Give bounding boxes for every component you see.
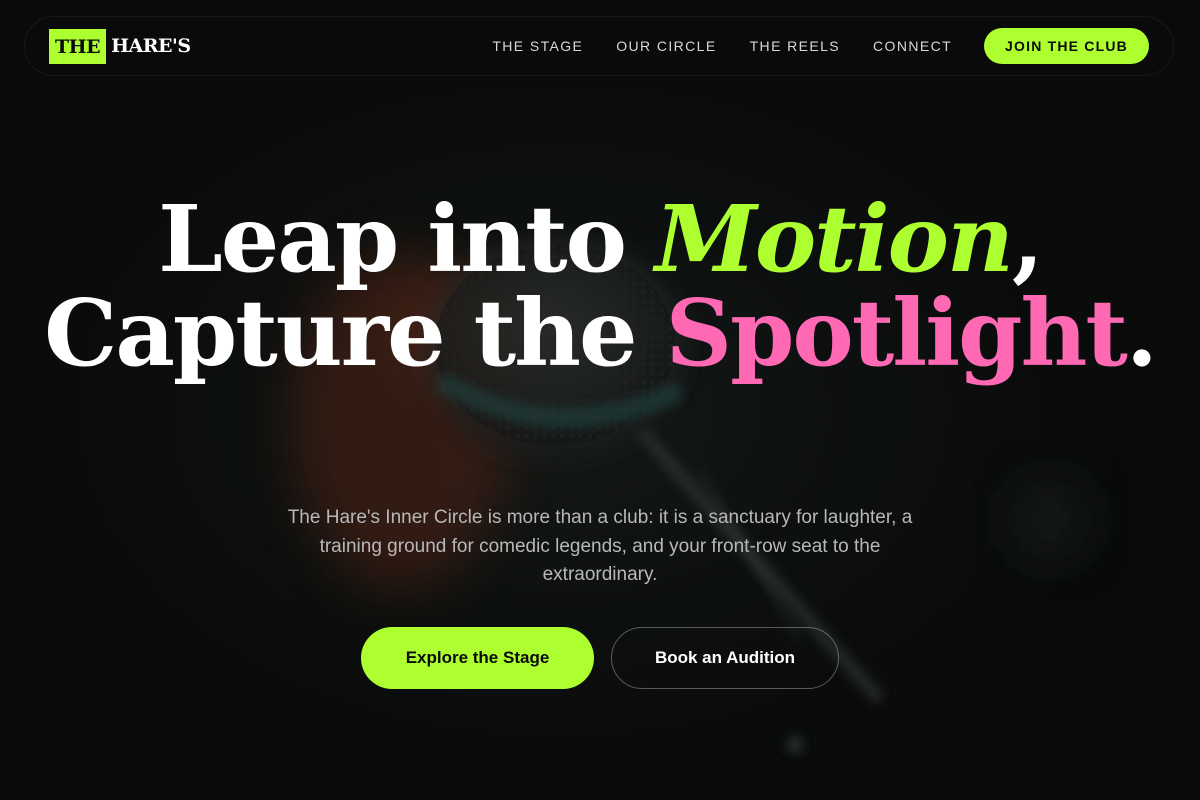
headline-accent-spotlight: Spotlight: [665, 279, 1128, 387]
logo-mark: THE: [49, 28, 107, 64]
nav-link-our-circle[interactable]: OUR CIRCLE: [616, 38, 716, 54]
hero-description: The Hare's Inner Circle is more than a c…: [287, 507, 913, 585]
logo-wordmark: HARE'S: [111, 35, 191, 57]
nav-link-the-reels[interactable]: THE REELS: [750, 38, 840, 54]
page: THE HARE'S THE STAGE OUR CIRCLE THE REEL…: [0, 0, 1200, 800]
nav-link-the-stage[interactable]: THE STAGE: [492, 38, 583, 54]
headline-text: .: [1125, 279, 1158, 387]
book-an-audition-button[interactable]: Book an Audition: [611, 627, 839, 689]
join-the-club-button[interactable]: JOIN THE CLUB: [984, 28, 1149, 64]
nav-link-connect[interactable]: CONNECT: [873, 38, 952, 54]
headline-text: Leap into: [158, 185, 655, 293]
headline-accent-motion: Motion: [654, 185, 1014, 293]
hero-buttons: Explore the Stage Book an Audition: [0, 627, 1200, 689]
explore-the-stage-button[interactable]: Explore the Stage: [361, 627, 594, 689]
brand-logo[interactable]: THE HARE'S: [49, 28, 191, 64]
hero-headline: Leap into Motion, Capture the Spotlight.: [0, 192, 1200, 380]
top-navigation: THE HARE'S THE STAGE OUR CIRCLE THE REEL…: [24, 16, 1174, 76]
nav-links: THE STAGE OUR CIRCLE THE REELS CONNECT: [492, 38, 952, 54]
